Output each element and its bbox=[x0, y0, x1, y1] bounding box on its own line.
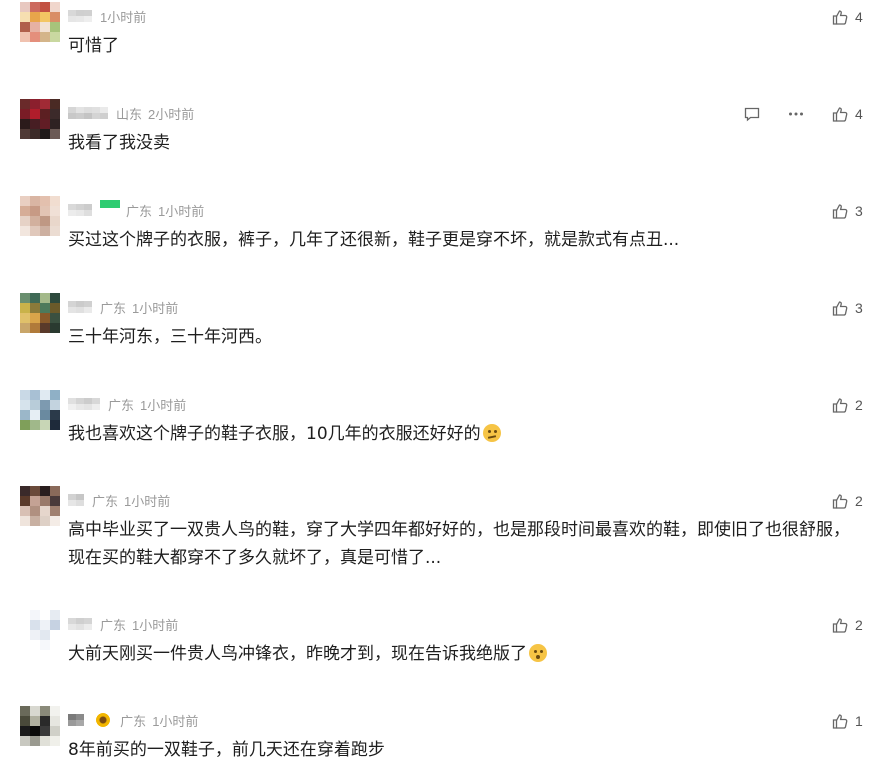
avatar[interactable] bbox=[20, 486, 60, 526]
comment-text: 8年前买的一双鞋子，前几天还在穿着跑步 bbox=[68, 736, 853, 764]
comment-time: 2小时前 bbox=[148, 106, 195, 122]
comment-text: 我也喜欢这个牌子的鞋子衣服，10几年的衣服还好好的 bbox=[68, 420, 853, 448]
thumbs-up-icon bbox=[831, 712, 849, 730]
like-button[interactable]: 3 bbox=[831, 299, 863, 317]
comment-location: 广东 bbox=[120, 713, 147, 729]
comment-text-content: 我看了我没卖 bbox=[68, 133, 170, 153]
comment-meta: 广东 1小时前 bbox=[68, 297, 178, 317]
comment-list: 1小时前 可惜了 4 山东 2小时前 我看了我没卖 4 广东 1小时前 买过这个牌子的衣服，裤子，… bbox=[0, 0, 871, 780]
shocked-emoji-icon bbox=[529, 644, 547, 662]
thumbs-up-icon bbox=[831, 202, 849, 220]
thinking-emoji-icon bbox=[482, 424, 501, 442]
sunflower-icon bbox=[96, 713, 110, 727]
like-count: 4 bbox=[855, 9, 863, 25]
comment-text-content: 三十年河东，三十年河西。 bbox=[68, 327, 272, 347]
comment-time: 1小时前 bbox=[132, 300, 179, 316]
comment-time: 1小时前 bbox=[152, 713, 199, 729]
comment-location: 广东 bbox=[92, 493, 119, 509]
like-button[interactable]: 1 bbox=[831, 712, 863, 730]
username-pixelated[interactable] bbox=[68, 618, 92, 630]
username-pixelated[interactable] bbox=[68, 301, 92, 313]
comment-actions: 3 bbox=[805, 202, 863, 220]
comment-text: 买过这个牌子的衣服，裤子，几年了还很新，鞋子更是穿不坏，就是款式有点丑... bbox=[68, 226, 853, 254]
avatar[interactable] bbox=[20, 99, 60, 139]
comment-meta: 广东 1小时前 bbox=[68, 710, 198, 730]
comment-text-content: 我也喜欢这个牌子的鞋子衣服，10几年的衣服还好好的 bbox=[68, 424, 481, 444]
like-button[interactable]: 2 bbox=[831, 492, 863, 510]
comment-text-content: 大前天刚买一件贵人鸟冲锋衣，昨晚才到，现在告诉我绝版了 bbox=[68, 644, 527, 664]
comment-actions: 3 bbox=[805, 299, 863, 317]
comment-text-content: 可惜了 bbox=[68, 36, 119, 56]
comment-time: 1小时前 bbox=[158, 203, 205, 219]
avatar[interactable] bbox=[20, 706, 60, 746]
thumbs-up-icon bbox=[831, 8, 849, 26]
like-count: 3 bbox=[855, 203, 863, 219]
comment-time: 1小时前 bbox=[100, 9, 147, 25]
comment-text: 高中毕业买了一双贵人鸟的鞋，穿了大学四年都好好的，也是那段时间最喜欢的鞋，即使旧… bbox=[68, 516, 853, 572]
username-pixelated[interactable] bbox=[68, 107, 108, 119]
username-pixelated[interactable] bbox=[68, 494, 84, 506]
comment-location: 广东 bbox=[100, 617, 127, 633]
like-button[interactable]: 4 bbox=[831, 105, 863, 123]
reply-icon[interactable] bbox=[743, 105, 761, 123]
thumbs-up-icon bbox=[831, 396, 849, 414]
thumbs-up-icon bbox=[831, 492, 849, 510]
comment-meta: 广东 1小时前 bbox=[68, 614, 178, 634]
like-button[interactable]: 2 bbox=[831, 616, 863, 634]
avatar[interactable] bbox=[20, 390, 60, 430]
thumbs-up-icon bbox=[831, 616, 849, 634]
thumbs-up-icon bbox=[831, 105, 849, 123]
comment-text: 三十年河东，三十年河西。 bbox=[68, 323, 853, 351]
comment-meta: 山东 2小时前 bbox=[68, 103, 194, 123]
comment-meta: 1小时前 bbox=[68, 6, 146, 26]
like-count: 2 bbox=[855, 493, 863, 509]
comment-location: 山东 bbox=[116, 106, 143, 122]
more-options-icon[interactable] bbox=[787, 105, 805, 123]
comment-time: 1小时前 bbox=[124, 493, 171, 509]
comment-actions: 2 bbox=[805, 616, 863, 634]
like-button[interactable]: 2 bbox=[831, 396, 863, 414]
user-badge-icon bbox=[100, 200, 120, 208]
comment-text-content: 买过这个牌子的衣服，裤子，几年了还很新，鞋子更是穿不坏，就是款式有点丑... bbox=[68, 230, 680, 250]
comment-location: 广东 bbox=[126, 203, 153, 219]
username-pixelated[interactable] bbox=[68, 204, 92, 216]
like-count: 2 bbox=[855, 397, 863, 413]
avatar[interactable] bbox=[20, 610, 60, 650]
like-button[interactable]: 4 bbox=[831, 8, 863, 26]
like-button[interactable]: 3 bbox=[831, 202, 863, 220]
comment-meta: 广东 1小时前 bbox=[68, 394, 186, 414]
comment-actions: 2 bbox=[805, 396, 863, 414]
comment-actions: 1 bbox=[805, 712, 863, 730]
comment-text-content: 高中毕业买了一双贵人鸟的鞋，穿了大学四年都好好的，也是那段时间最喜欢的鞋，即使旧… bbox=[68, 520, 850, 568]
comment-text-content: 8年前买的一双鞋子，前几天还在穿着跑步 bbox=[68, 740, 385, 760]
like-count: 3 bbox=[855, 300, 863, 316]
comment-meta: 广东 1小时前 bbox=[68, 490, 170, 510]
username-pixelated[interactable] bbox=[68, 10, 92, 22]
avatar[interactable] bbox=[20, 196, 60, 236]
comment-time: 1小时前 bbox=[140, 397, 187, 413]
like-count: 2 bbox=[855, 617, 863, 633]
thumbs-up-icon bbox=[831, 299, 849, 317]
comment-text: 我看了我没卖 bbox=[68, 129, 853, 157]
username-pixelated[interactable] bbox=[68, 398, 100, 410]
comment-actions: 4 bbox=[805, 8, 863, 26]
comment-time: 1小时前 bbox=[132, 617, 179, 633]
like-count: 4 bbox=[855, 106, 863, 122]
comment-meta: 广东 1小时前 bbox=[68, 200, 204, 220]
avatar[interactable] bbox=[20, 293, 60, 333]
comment-actions: 2 bbox=[805, 492, 863, 510]
username-pixelated[interactable] bbox=[68, 714, 84, 726]
comment-text: 可惜了 bbox=[68, 32, 853, 60]
comment-location: 广东 bbox=[100, 300, 127, 316]
comment-text: 大前天刚买一件贵人鸟冲锋衣，昨晚才到，现在告诉我绝版了 bbox=[68, 640, 853, 668]
like-count: 1 bbox=[855, 713, 863, 729]
avatar[interactable] bbox=[20, 2, 60, 42]
comment-actions: 4 bbox=[717, 105, 863, 123]
comment-location: 广东 bbox=[108, 397, 135, 413]
